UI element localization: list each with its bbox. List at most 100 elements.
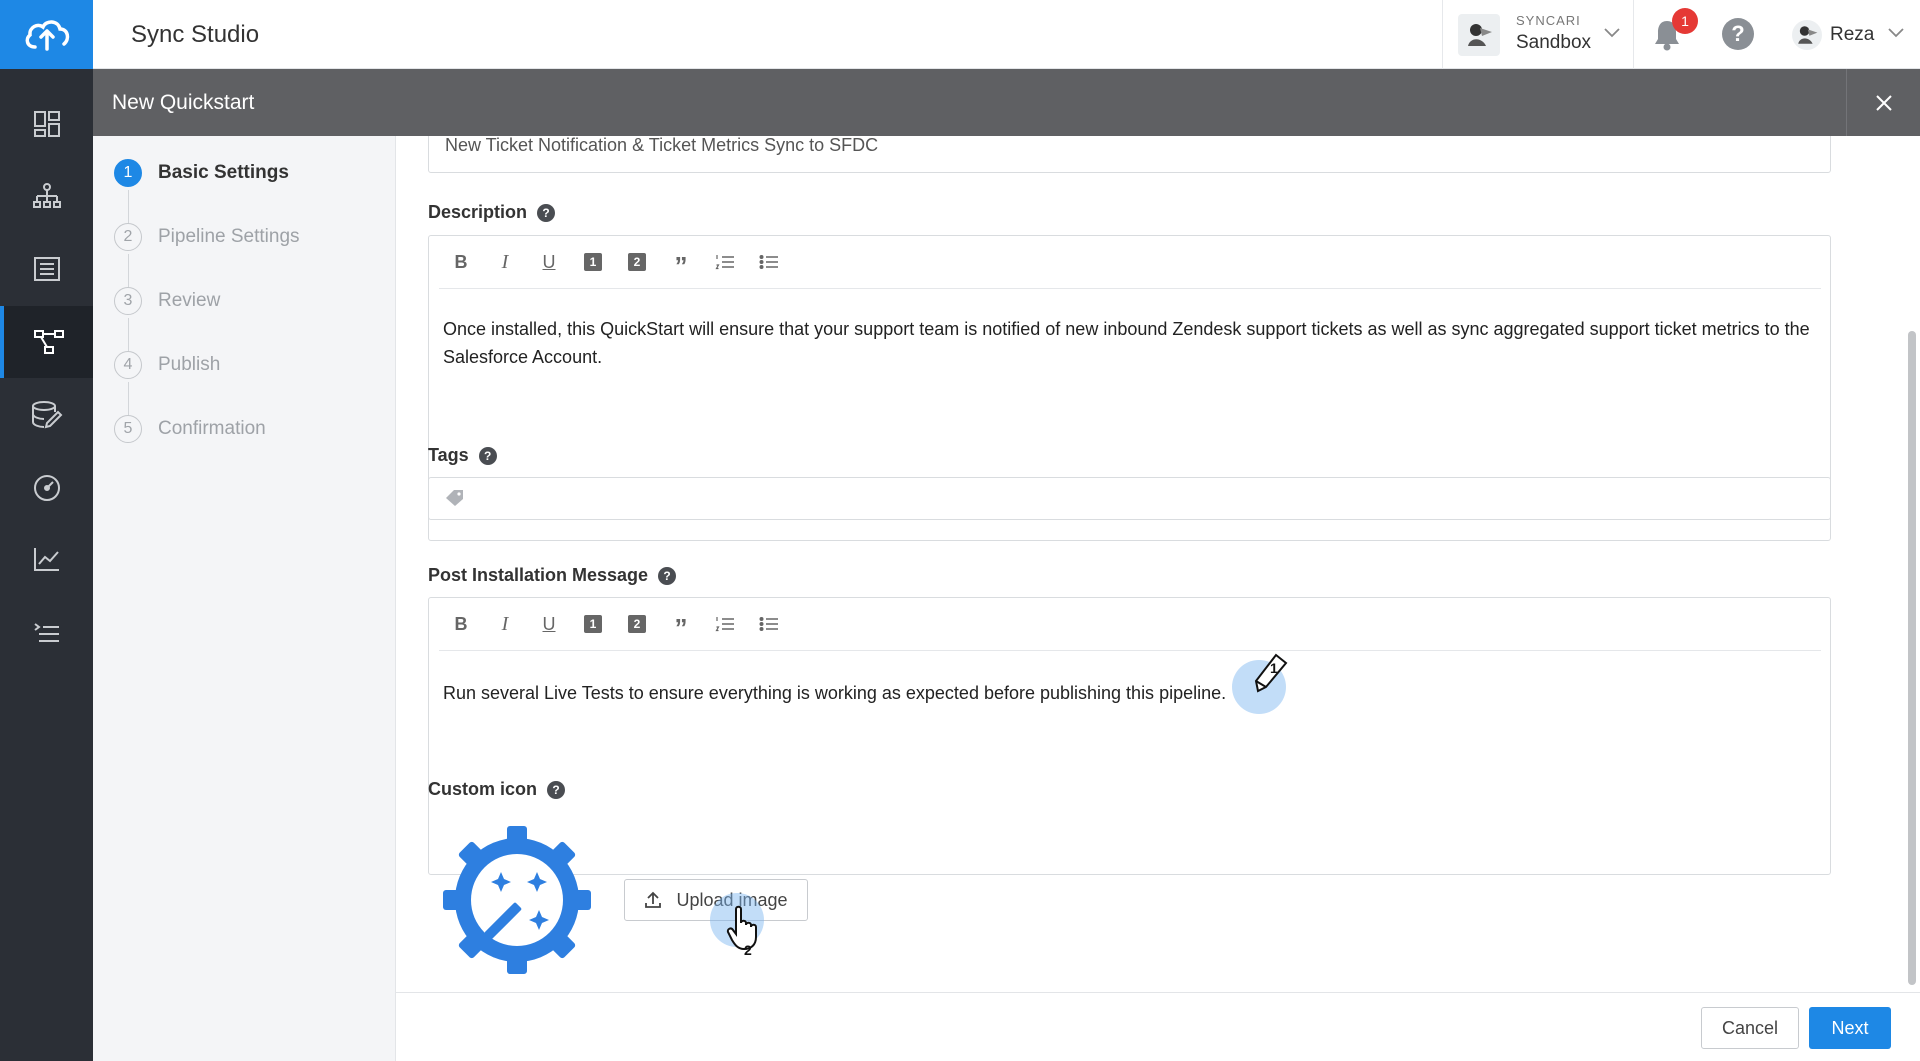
- bullet-list-button[interactable]: [747, 246, 791, 278]
- heading-2-icon: 2: [628, 253, 646, 271]
- step-label: Review: [158, 290, 221, 311]
- close-button[interactable]: [1846, 69, 1920, 136]
- database-edit-icon: [31, 401, 62, 429]
- upload-icon: [645, 891, 662, 908]
- post-install-text[interactable]: Run several Live Tests to ensure everyth…: [443, 679, 1813, 707]
- heading-2-icon: 2: [628, 615, 646, 633]
- italic-button[interactable]: I: [483, 608, 527, 640]
- list-table-icon: [33, 257, 60, 281]
- tags-input[interactable]: [428, 477, 1831, 520]
- nav-logs[interactable]: [0, 597, 93, 669]
- cursor-step-label: 2: [744, 942, 752, 958]
- ordered-list-button[interactable]: [703, 608, 747, 640]
- step-label: Basic Settings: [158, 162, 289, 183]
- cancel-button[interactable]: Cancel: [1701, 1007, 1799, 1049]
- pipeline-icon: [33, 330, 64, 354]
- dashboard-icon: [33, 111, 60, 137]
- name-input[interactable]: New Ticket Notification & Ticket Metrics…: [428, 136, 1831, 173]
- editor-toolbar: B I U 1 2 ”: [439, 598, 1821, 651]
- heading-2-button[interactable]: 2: [615, 246, 659, 278]
- scrollbar[interactable]: [1908, 331, 1916, 985]
- description-label: Description ?: [428, 202, 556, 223]
- ordered-list-button[interactable]: [703, 246, 747, 278]
- cloud-logo-icon[interactable]: [0, 0, 93, 69]
- modal-header: New Quickstart: [93, 69, 1920, 136]
- custom-icon-label: Custom icon ?: [428, 779, 566, 800]
- nav-data-studio[interactable]: [0, 379, 93, 451]
- close-icon: [1875, 94, 1892, 111]
- gauge-icon: [33, 475, 60, 501]
- post-install-label: Post Installation Message ?: [428, 565, 677, 586]
- custom-icon-label-text: Custom icon: [428, 779, 538, 799]
- step-number: 2: [114, 223, 142, 251]
- bold-button[interactable]: B: [439, 608, 483, 640]
- hierarchy-icon: [32, 183, 61, 208]
- wizard-steps: 1 Basic Settings 2 Pipeline Settings 3 R…: [93, 136, 396, 1061]
- quote-button[interactable]: ”: [659, 608, 703, 643]
- help-icon[interactable]: ?: [1722, 18, 1754, 50]
- help-icon[interactable]: ?: [478, 446, 497, 465]
- editor-toolbar: B I U 1 2 ”: [439, 236, 1821, 289]
- help-icon[interactable]: ?: [547, 780, 566, 799]
- nav-monitoring[interactable]: [0, 451, 93, 523]
- user-avatar[interactable]: [1792, 20, 1822, 50]
- cursor-step-label: 1: [1270, 660, 1278, 676]
- help-icon[interactable]: ?: [658, 566, 677, 585]
- heading-1-icon: 1: [584, 615, 602, 633]
- bullet-list-icon: [759, 616, 778, 632]
- step-pipeline-settings[interactable]: 2 Pipeline Settings: [114, 222, 300, 252]
- form-panel: New Ticket Notification & Ticket Metrics…: [396, 136, 1920, 992]
- post-install-editor[interactable]: B I U 1 2 ” Run several Live Tests to en…: [428, 597, 1831, 875]
- step-connector: [128, 318, 129, 352]
- underline-button[interactable]: U: [527, 608, 571, 640]
- step-label: Publish: [158, 354, 221, 375]
- nav-dashboard[interactable]: [0, 88, 93, 160]
- app-title: Sync Studio: [131, 21, 260, 48]
- ordered-list-icon: [715, 255, 734, 270]
- tags-label-text: Tags: [428, 445, 469, 465]
- description-label-text: Description: [428, 202, 528, 222]
- org-switcher[interactable]: SYNCARI Sandbox: [1442, 0, 1634, 69]
- step-number: 3: [114, 287, 142, 315]
- ordered-list-icon: [715, 617, 734, 632]
- heading-1-button[interactable]: 1: [571, 608, 615, 640]
- line-chart-icon: [33, 548, 59, 571]
- user-name[interactable]: Reza: [1830, 24, 1874, 46]
- chevron-down-icon[interactable]: [1888, 28, 1904, 38]
- help-icon[interactable]: ?: [537, 203, 556, 222]
- step-connector: [128, 190, 129, 224]
- description-text[interactable]: Once installed, this QuickStart will ens…: [443, 315, 1813, 371]
- step-confirmation[interactable]: 5 Confirmation: [114, 414, 266, 444]
- heading-1-icon: 1: [584, 253, 602, 271]
- chevron-down-icon: [1604, 28, 1620, 38]
- step-connector: [128, 254, 129, 288]
- log-list-icon: [33, 623, 59, 642]
- left-nav: ›: [0, 69, 93, 1061]
- step-review[interactable]: 3 Review: [114, 286, 220, 316]
- nav-entities[interactable]: [0, 233, 93, 305]
- step-number: 1: [114, 159, 142, 187]
- nav-analytics[interactable]: [0, 523, 93, 595]
- modal-footer: Cancel Next: [396, 992, 1920, 1061]
- nav-schema[interactable]: [0, 160, 93, 232]
- nav-sync-studio[interactable]: [0, 306, 93, 378]
- step-publish[interactable]: 4 Publish: [114, 350, 220, 380]
- heading-1-button[interactable]: 1: [571, 246, 615, 278]
- tag-icon: [446, 490, 463, 506]
- italic-button[interactable]: I: [483, 246, 527, 278]
- tags-label: Tags ?: [428, 445, 497, 466]
- quote-button[interactable]: ”: [659, 246, 703, 281]
- quote-icon: ”: [674, 612, 688, 643]
- step-connector: [128, 382, 129, 416]
- underline-button[interactable]: U: [527, 246, 571, 278]
- bold-button[interactable]: B: [439, 246, 483, 278]
- step-number: 4: [114, 351, 142, 379]
- bullet-list-button[interactable]: [747, 608, 791, 640]
- next-button[interactable]: Next: [1809, 1007, 1891, 1049]
- post-install-label-text: Post Installation Message: [428, 565, 649, 585]
- step-basic-settings[interactable]: 1 Basic Settings: [114, 158, 289, 188]
- heading-2-button[interactable]: 2: [615, 608, 659, 640]
- org-avatar: [1458, 14, 1500, 56]
- bullet-list-icon: [759, 254, 778, 270]
- step-label: Confirmation: [158, 418, 266, 439]
